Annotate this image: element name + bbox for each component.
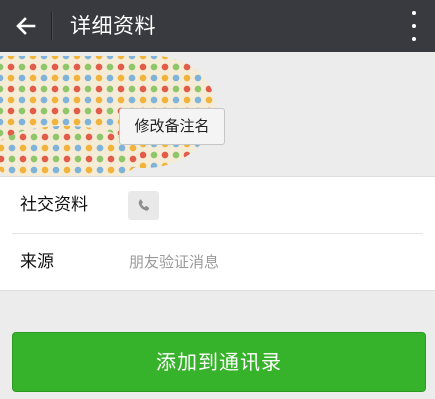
page-title: 详细资料: [70, 14, 156, 38]
add-to-contacts-button[interactable]: 添加到通讯录: [12, 332, 426, 392]
more-options-button[interactable]: [407, 9, 421, 43]
social-profile-label: 社交资料: [20, 195, 88, 215]
info-list: 社交资料 来源 朋友验证消息: [0, 176, 435, 291]
source-label: 来源: [20, 252, 54, 272]
topbar-divider: [51, 12, 52, 40]
source-value: 朋友验证消息: [129, 253, 220, 271]
profile-header: 修改备注名: [0, 52, 435, 186]
list-item-social-profile[interactable]: 社交资料: [0, 177, 435, 234]
top-bar: 详细资料: [0, 0, 435, 52]
back-arrow-icon: [16, 17, 36, 35]
phone-icon[interactable]: [128, 191, 159, 220]
more-vertical-icon: [412, 11, 416, 15]
edit-remark-button[interactable]: 修改备注名: [119, 108, 225, 145]
back-button[interactable]: [4, 4, 48, 48]
contact-detail-screen: 详细资料 修改备注名 社交资料 来源 朋友验证消息 添加到通讯录: [0, 0, 435, 399]
list-item-source: 来源 朋友验证消息: [0, 234, 435, 291]
